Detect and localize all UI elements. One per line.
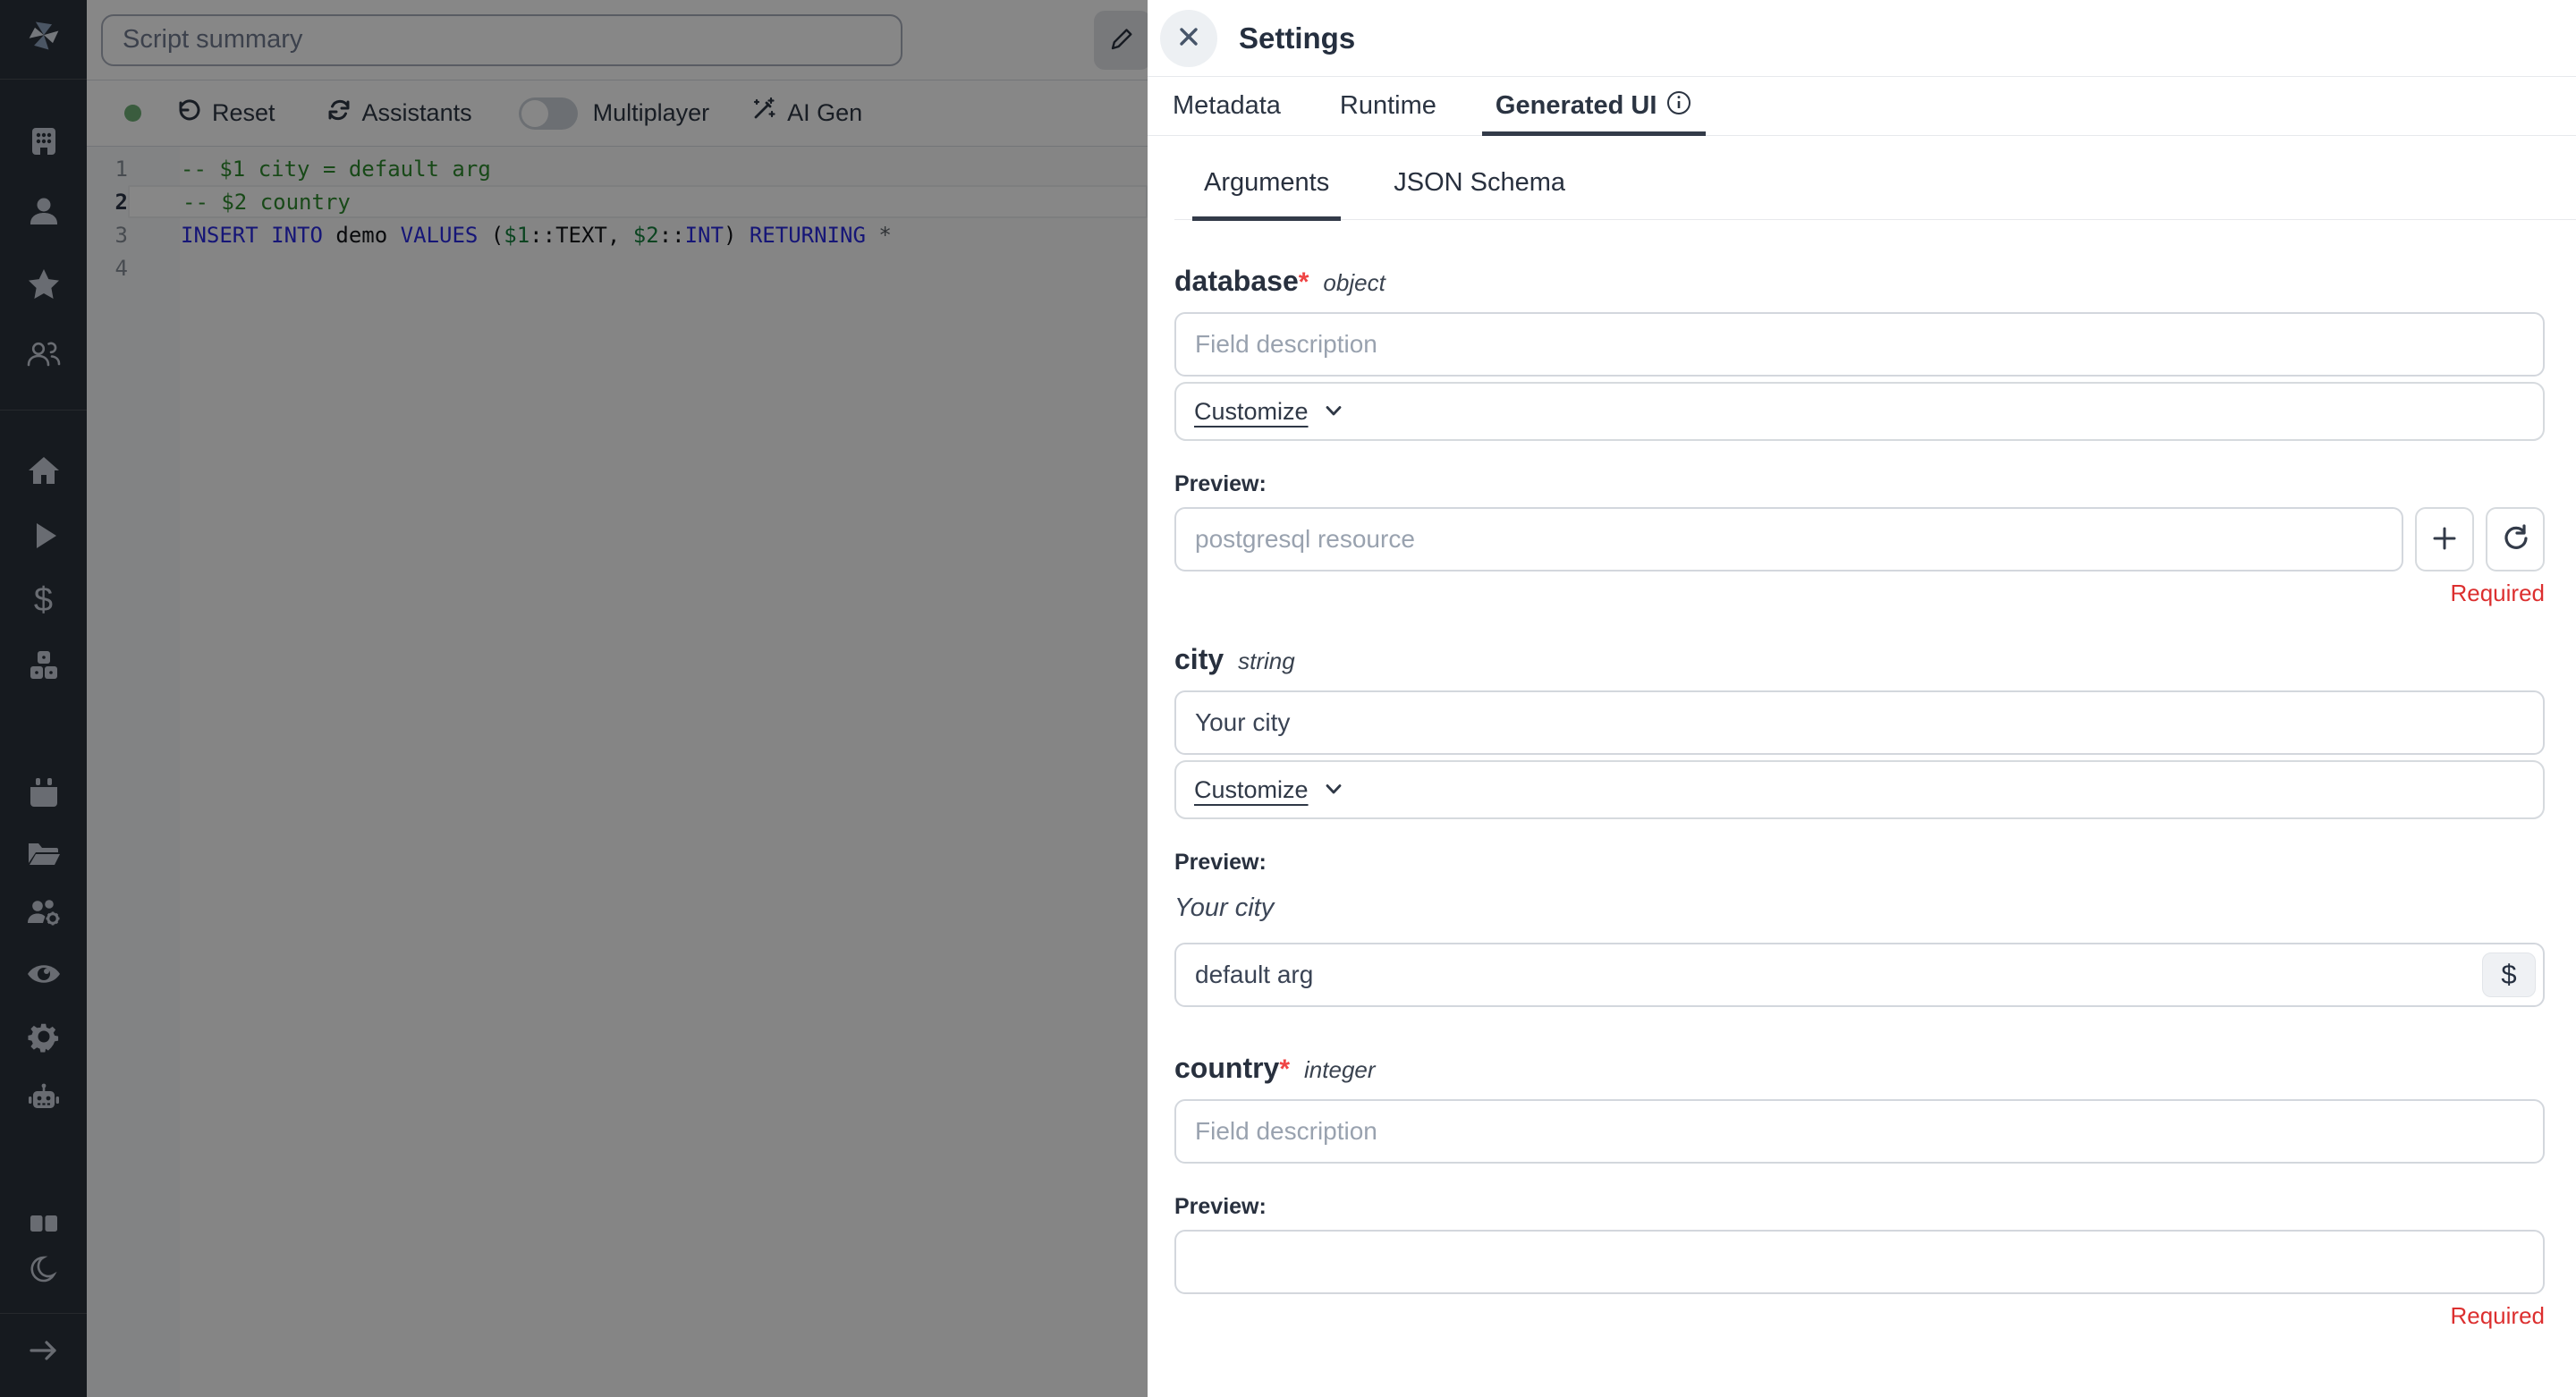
field-type: string — [1238, 648, 1295, 675]
city-preview-description: Your city — [1174, 893, 2545, 923]
field-type: integer — [1304, 1056, 1376, 1084]
preview-label: Preview: — [1174, 1194, 2545, 1220]
field-name: database — [1174, 265, 1299, 298]
app-root: $ — [0, 0, 2576, 1397]
customize-label: Customize — [1194, 398, 1309, 426]
database-description-input[interactable] — [1174, 312, 2545, 377]
drawer-header: Settings — [1148, 0, 2576, 77]
city-default-input[interactable] — [1174, 943, 2545, 1007]
customize-label: Customize — [1194, 776, 1309, 804]
close-icon — [1175, 23, 1202, 53]
customize-box: Customize — [1174, 760, 2545, 819]
subtab-label: JSON Schema — [1394, 168, 1565, 197]
tab-runtime[interactable]: Runtime — [1340, 77, 1436, 135]
close-button[interactable] — [1160, 10, 1217, 67]
tab-metadata[interactable]: Metadata — [1173, 77, 1281, 135]
customize-button[interactable]: Customize — [1194, 776, 1345, 804]
country-description-input[interactable] — [1174, 1099, 2545, 1164]
drawer-title: Settings — [1239, 21, 1355, 55]
tab-label: Metadata — [1173, 91, 1281, 121]
dollar-icon: $ — [2501, 959, 2516, 991]
chevron-down-icon — [1322, 777, 1345, 803]
field-type: object — [1323, 269, 1385, 297]
plus-icon — [2429, 523, 2460, 556]
add-resource-button[interactable] — [2415, 507, 2474, 572]
required-message: Required — [1174, 580, 2545, 607]
customize-button[interactable]: Customize — [1194, 398, 1345, 426]
settings-tabs: Metadata Runtime Generated UI — [1148, 77, 2576, 136]
subtab-arguments[interactable]: Arguments — [1192, 168, 1341, 219]
field-name: country — [1174, 1052, 1279, 1085]
tab-generated-ui[interactable]: Generated UI — [1496, 77, 1693, 135]
generated-ui-subtabs: Arguments JSON Schema — [1174, 168, 2576, 220]
subtab-json-schema[interactable]: JSON Schema — [1382, 168, 1577, 219]
customize-box: Customize — [1174, 382, 2545, 441]
database-preview-input[interactable] — [1174, 507, 2403, 572]
refresh-icon — [2500, 523, 2530, 556]
city-description-input[interactable] — [1174, 690, 2545, 755]
info-icon — [1665, 89, 1692, 123]
variable-picker-button[interactable]: $ — [2482, 952, 2536, 997]
subtab-label: Arguments — [1204, 168, 1329, 197]
arguments-panel: database* object Customize Preview: — [1148, 265, 2576, 1330]
required-asterisk: * — [1279, 1054, 1290, 1085]
preview-label: Preview: — [1174, 850, 2545, 876]
field-section-country: country* integer Preview: Required — [1174, 1052, 2545, 1330]
chevron-down-icon — [1322, 399, 1345, 425]
preview-label: Preview: — [1174, 471, 2545, 497]
tab-label: Generated UI — [1496, 91, 1657, 121]
field-name: city — [1174, 643, 1224, 676]
field-section-database: database* object Customize Preview: — [1174, 265, 2545, 607]
modal-backdrop[interactable] — [0, 0, 1148, 1397]
refresh-resources-button[interactable] — [2486, 507, 2545, 572]
field-section-city: city string Customize Preview: — [1174, 643, 2545, 1007]
settings-drawer: Settings Metadata Runtime Generated UI — [1148, 0, 2576, 1397]
required-message: Required — [1174, 1302, 2545, 1330]
tab-label: Runtime — [1340, 91, 1436, 121]
required-asterisk: * — [1299, 267, 1309, 298]
country-preview-input[interactable] — [1174, 1230, 2545, 1294]
